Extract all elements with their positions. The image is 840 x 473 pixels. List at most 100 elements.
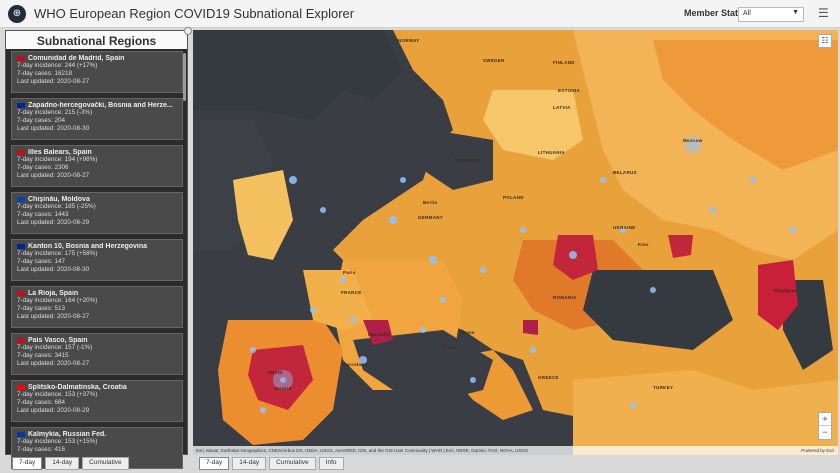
region-cases: 7-day cases: 684 — [17, 399, 65, 406]
region-name: Illes Balears, Spain — [17, 149, 177, 156]
region-cases: 7-day cases: 2306 — [17, 164, 69, 171]
region-cases: 7-day cases: 513 — [17, 305, 65, 312]
region-card[interactable]: Splitsko-Dalmatinska, Croatia 7-day incid… — [11, 380, 183, 422]
flag-icon — [17, 196, 25, 202]
region-name-text: Comunidad de Madrid, Spain — [28, 55, 125, 62]
map-tab-bar: 7-day 14-day Cumulative Info — [199, 456, 347, 473]
map-label: LITHUANIA — [538, 150, 565, 155]
map-label: ROMANIA — [553, 295, 577, 300]
region-cases: 7-day cases: 147 — [17, 258, 65, 265]
map-label: Kiev — [638, 242, 649, 247]
map-label: Berlin — [423, 200, 438, 205]
map-label: Moscow — [683, 138, 703, 143]
zoom-out-button[interactable]: − — [819, 426, 831, 439]
region-incidence: 7-day incidence: 153 (+37%) — [17, 391, 98, 398]
map-label: Madrid — [275, 386, 292, 391]
region-incidence: 7-day incidence: 157 (-1%) — [17, 344, 93, 351]
region-incidence: 7-day incidence: 215 (-3%) — [17, 109, 93, 116]
region-updated: Last updated: 2020-08-30 — [17, 125, 90, 132]
region-cases: 7-day cases: 1443 — [17, 211, 69, 218]
left-tab-14day[interactable]: 14-day — [45, 457, 80, 470]
map-label: GREECE — [538, 375, 559, 380]
map-label: Marseille — [368, 332, 390, 337]
layer-list-icon[interactable]: ☷ — [818, 34, 832, 48]
left-tab-7day[interactable]: 7-day — [12, 457, 43, 470]
subnational-regions-panel: Subnational Regions Comunidad de Madrid,… — [5, 30, 188, 469]
region-name-text: Kalmykia, Russian Fed. — [28, 431, 107, 438]
chevron-down-icon: ▼ — [792, 9, 799, 16]
region-incidence: 7-day incidence: 175 (+58%) — [17, 250, 98, 257]
region-name-text: País Vasco, Spain — [28, 337, 88, 344]
flag-icon — [17, 243, 25, 249]
map-label: ESTONIA — [558, 88, 581, 93]
region-name-text: La Rioja, Spain — [28, 290, 79, 297]
region-card[interactable]: Comunidad de Madrid, Spain 7-day incidenc… — [11, 51, 183, 93]
region-name: Kalmykia, Russian Fed. — [17, 431, 177, 438]
left-tab-cumulative[interactable]: Cumulative — [82, 457, 129, 470]
map-label: ITALY — [443, 345, 457, 350]
map-tab-info[interactable]: Info — [318, 457, 344, 470]
map-label: Volgograd — [773, 288, 798, 293]
map-attribution: Esri, Maxar, Earthstar Geographics, CNES… — [193, 446, 838, 455]
region-updated: Last updated: 2020-08-29 — [17, 219, 90, 226]
region-card[interactable]: Chişinău, Moldova 7-day incidence: 185 (-… — [11, 192, 183, 234]
map-view[interactable]: NORWAY SWEDEN FINLAND ESTONIA LATVIA LIT… — [193, 30, 838, 455]
region-updated: Last updated: 2020-08-27 — [17, 360, 90, 367]
map-label: LATVIA — [553, 105, 571, 110]
map-label: NORWAY — [398, 38, 420, 43]
flag-icon — [17, 149, 25, 155]
map-tab-14day[interactable]: 14-day — [232, 457, 267, 470]
map-tab-7day[interactable]: 7-day — [199, 457, 230, 470]
powered-by-text[interactable]: Powered by Esri — [801, 448, 834, 453]
map-label: UKRAINE — [613, 225, 636, 230]
region-name-text: Zapadno-hercegovački, Bosnia and Herze..… — [28, 102, 173, 109]
zoom-in-button[interactable]: + — [819, 413, 831, 426]
region-name-text: Chişinău, Moldova — [28, 196, 90, 203]
map-label: BELARUS — [613, 170, 637, 175]
member-state-select[interactable]: All ▼ — [738, 7, 804, 22]
who-logo-icon: ⊕ — [8, 4, 26, 23]
map-label: FINLAND — [553, 60, 575, 65]
menu-icon[interactable]: ☰ — [818, 6, 830, 20]
region-card[interactable]: Illes Balears, Spain 7-day incidence: 194… — [11, 145, 183, 187]
region-card[interactable]: Zapadno-hercegovački, Bosnia and Herze..… — [11, 98, 183, 140]
map-label: SWEDEN — [483, 58, 505, 63]
flag-icon — [17, 431, 25, 437]
region-cases: 7-day cases: 416 — [17, 446, 65, 453]
map-label: FRANCE — [341, 290, 362, 295]
region-list[interactable]: Comunidad de Madrid, Spain 7-day incidenc… — [11, 51, 187, 473]
region-name: Kanton 10, Bosnia and Herzegovina — [17, 243, 177, 250]
map-label: POLAND — [503, 195, 524, 200]
app-header: ⊕ WHO European Region COVID19 Subnationa… — [0, 0, 840, 28]
region-name: Comunidad de Madrid, Spain — [17, 55, 177, 62]
region-incidence: 7-day incidence: 194 (+98%) — [17, 156, 98, 163]
map-label: DENMARK — [455, 158, 481, 163]
region-name: País Vasco, Spain — [17, 337, 177, 344]
region-card[interactable]: La Rioja, Spain 7-day incidence: 164 (+20… — [11, 286, 183, 328]
region-updated: Last updated: 2020-08-30 — [17, 266, 90, 273]
member-state-value: All — [743, 10, 751, 17]
scrollbar[interactable] — [183, 53, 186, 101]
map-tab-cumulative[interactable]: Cumulative — [269, 457, 316, 470]
flag-icon — [17, 55, 25, 61]
panel-title: Subnational Regions — [6, 31, 187, 49]
region-incidence: 7-day incidence: 244 (+17%) — [17, 62, 98, 69]
region-incidence: 7-day incidence: 185 (-25%) — [17, 203, 96, 210]
region-card[interactable]: País Vasco, Spain 7-day incidence: 157 (-… — [11, 333, 183, 375]
zoom-control: + − — [818, 412, 832, 440]
region-name: Zapadno-hercegovački, Bosnia and Herze..… — [17, 102, 177, 109]
flag-icon — [17, 337, 25, 343]
region-name: Chişinău, Moldova — [17, 196, 177, 203]
app-title: WHO European Region COVID19 Subnational … — [34, 6, 355, 21]
panel-options-icon[interactable] — [184, 27, 192, 35]
region-name: Splitsko-Dalmatinska, Croatia — [17, 384, 177, 391]
map-label: Paris — [343, 270, 356, 275]
region-card[interactable]: Kanton 10, Bosnia and Herzegovina 7-day i… — [11, 239, 183, 281]
flag-icon — [17, 384, 25, 390]
map-canvas[interactable] — [193, 30, 838, 455]
map-label: Barcelona — [343, 362, 368, 367]
member-state-label: Member State: — [684, 8, 747, 18]
region-cases: 7-day cases: 16218 — [17, 70, 72, 77]
region-cases: 7-day cases: 3415 — [17, 352, 69, 359]
region-incidence: 7-day incidence: 153 (+15%) — [17, 438, 98, 445]
